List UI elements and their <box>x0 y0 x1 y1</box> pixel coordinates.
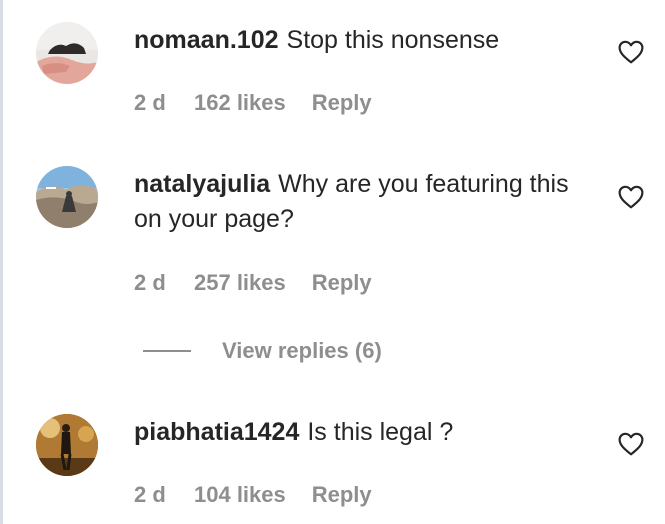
comment-username[interactable]: natalyajulia <box>134 170 270 198</box>
comment-meta: 2 d 162 likes Reply <box>134 90 372 116</box>
comment-text: Stop this nonsense <box>286 26 500 54</box>
avatar[interactable] <box>36 414 98 476</box>
heart-outline-icon[interactable] <box>618 432 644 456</box>
view-replies-button[interactable]: View replies (6) <box>143 338 382 364</box>
comment-text-block: natalyajulia Why are you featuring this o… <box>134 167 594 237</box>
avatar[interactable] <box>36 166 98 228</box>
reply-button[interactable]: Reply <box>312 482 372 508</box>
comment-likes[interactable]: 257 likes <box>194 270 286 296</box>
reply-button[interactable]: Reply <box>312 90 372 116</box>
comment-time: 2 d <box>134 90 166 115</box>
avatar[interactable] <box>36 22 98 84</box>
comment-time: 2 d <box>134 270 166 295</box>
comment-likes[interactable]: 162 likes <box>194 90 286 116</box>
comment-meta: 2 d 104 likes Reply <box>134 482 372 508</box>
left-edge-divider <box>0 0 3 524</box>
comment-username[interactable]: nomaan.102 <box>134 26 279 54</box>
comment-text: Is this legal ? <box>307 418 454 446</box>
heart-outline-icon[interactable] <box>618 40 644 64</box>
reply-button[interactable]: Reply <box>312 270 372 296</box>
view-replies-line <box>143 350 191 352</box>
comment-likes[interactable]: 104 likes <box>194 482 286 508</box>
view-replies-label: View replies (6) <box>222 338 382 363</box>
comment-text-block: piabhatia1424 Is this legal ? <box>134 415 594 450</box>
heart-outline-icon[interactable] <box>618 185 644 209</box>
comment-meta: 2 d 257 likes Reply <box>134 270 372 296</box>
comment-text-block: nomaan.102 Stop this nonsense <box>134 23 594 58</box>
comment-time: 2 d <box>134 482 166 507</box>
comment-username[interactable]: piabhatia1424 <box>134 418 299 446</box>
